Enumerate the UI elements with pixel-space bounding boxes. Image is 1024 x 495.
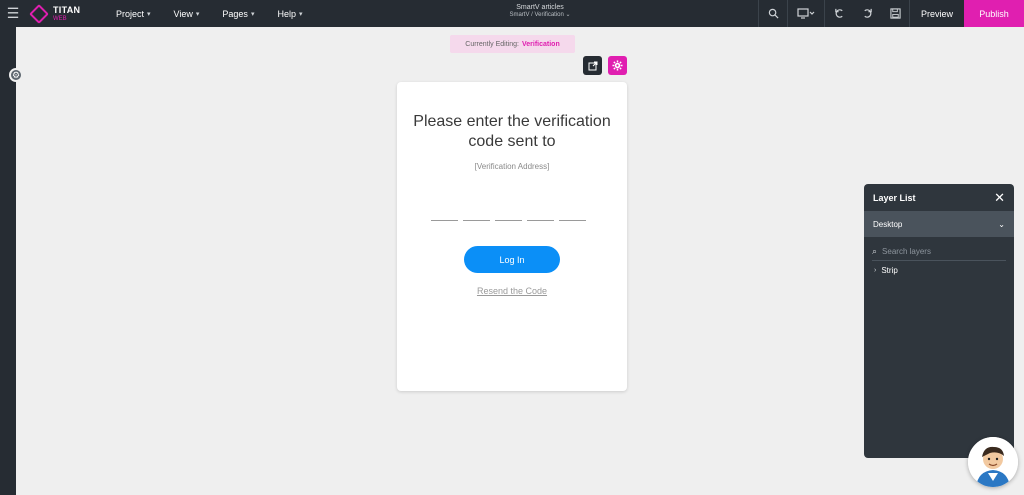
resend-code-link[interactable]: Resend the Code xyxy=(397,286,627,296)
external-link-icon xyxy=(588,61,597,70)
gear-icon xyxy=(612,60,623,71)
layer-item-label: Strip xyxy=(881,266,898,275)
monitor-icon[interactable] xyxy=(788,0,824,27)
verification-heading: Please enter the verification code sent … xyxy=(413,113,611,150)
hamburger-menu-icon[interactable]: ☰ xyxy=(0,0,26,27)
device-select-value: Desktop xyxy=(873,219,903,229)
page-settings-button[interactable] xyxy=(608,56,627,75)
external-link-button[interactable] xyxy=(583,56,602,75)
publish-button[interactable]: Publish xyxy=(964,0,1024,27)
chevron-down-icon: ▾ xyxy=(298,10,303,18)
menu-project[interactable]: Project ▾ xyxy=(116,9,151,19)
menu-pages[interactable]: Pages ▾ xyxy=(222,9,254,19)
layer-list-panel: Layer List ✕ Desktop ⌄ ⌕ Search layers ›… xyxy=(864,184,1014,458)
assistant-avatar[interactable] xyxy=(968,437,1018,487)
page-breadcrumb[interactable]: SmartV / Verification ⌄ xyxy=(470,12,610,19)
settings-gear-icon[interactable]: ⚙ xyxy=(9,68,23,82)
menu-view[interactable]: View ▾ xyxy=(174,9,200,19)
verification-card: Please enter the verification code sent … xyxy=(397,82,627,391)
titan-logo-icon xyxy=(29,3,49,24)
app-logo: TITAN WEB xyxy=(29,3,102,24)
main-menu: Project ▾ View ▾ Pages ▾ Help ▾ xyxy=(116,9,325,19)
code-digit-input[interactable] xyxy=(527,220,554,221)
layer-search-input[interactable]: Search layers xyxy=(882,247,931,256)
code-digit-input[interactable] xyxy=(559,220,586,221)
code-digit-input[interactable] xyxy=(463,220,490,221)
code-input-row xyxy=(431,220,591,221)
verification-address: [Verification Address] xyxy=(474,162,550,171)
chevron-down-icon: ⌄ xyxy=(998,219,1005,229)
logo-subtitle: WEB xyxy=(53,15,67,22)
project-header[interactable]: SmartV articles SmartV / Verification ⌄ xyxy=(470,4,610,18)
code-digit-input[interactable] xyxy=(431,220,458,221)
chevron-down-icon: ▾ xyxy=(250,10,255,18)
menu-view-label: View xyxy=(173,8,193,19)
login-button[interactable]: Log In xyxy=(464,246,560,273)
layer-item-strip[interactable]: › Strip xyxy=(874,266,1004,275)
search-icon: ⌕ xyxy=(872,246,878,256)
assistant-mascot-icon xyxy=(968,437,1018,487)
menu-help[interactable]: Help ▾ xyxy=(277,9,302,19)
menu-project-label: Project xyxy=(116,8,145,19)
project-title: SmartV articles xyxy=(516,4,564,11)
device-select[interactable]: Desktop ⌄ xyxy=(864,211,1014,237)
left-sidebar xyxy=(0,27,16,495)
layer-list-header: Layer List ✕ xyxy=(864,184,1014,211)
preview-button[interactable]: Preview xyxy=(910,0,964,27)
menu-pages-label: Pages xyxy=(222,8,248,19)
editing-indicator: Currently Editing: Verification xyxy=(450,35,575,53)
layer-search[interactable]: ⌕ Search layers xyxy=(872,243,1006,261)
editing-value: Verification xyxy=(521,40,560,48)
chevron-down-icon: ▾ xyxy=(147,10,151,18)
menu-help-label: Help xyxy=(277,8,296,19)
code-digit-input[interactable] xyxy=(495,220,522,221)
layer-list-title: Layer List xyxy=(873,192,916,203)
close-icon[interactable]: ✕ xyxy=(994,190,1005,206)
redo-icon[interactable] xyxy=(853,0,881,27)
logo-title: TITAN xyxy=(53,4,81,15)
editing-label: Currently Editing: xyxy=(465,40,519,48)
chevron-right-icon[interactable]: › xyxy=(874,267,876,274)
undo-icon[interactable] xyxy=(825,0,853,27)
top-toolbar: ☰ TITAN WEB Project ▾ View ▾ Pages ▾ Help ▾ … xyxy=(0,0,1024,27)
chevron-down-icon: ▾ xyxy=(195,10,200,18)
save-icon[interactable] xyxy=(881,0,909,27)
search-icon[interactable] xyxy=(759,0,787,27)
